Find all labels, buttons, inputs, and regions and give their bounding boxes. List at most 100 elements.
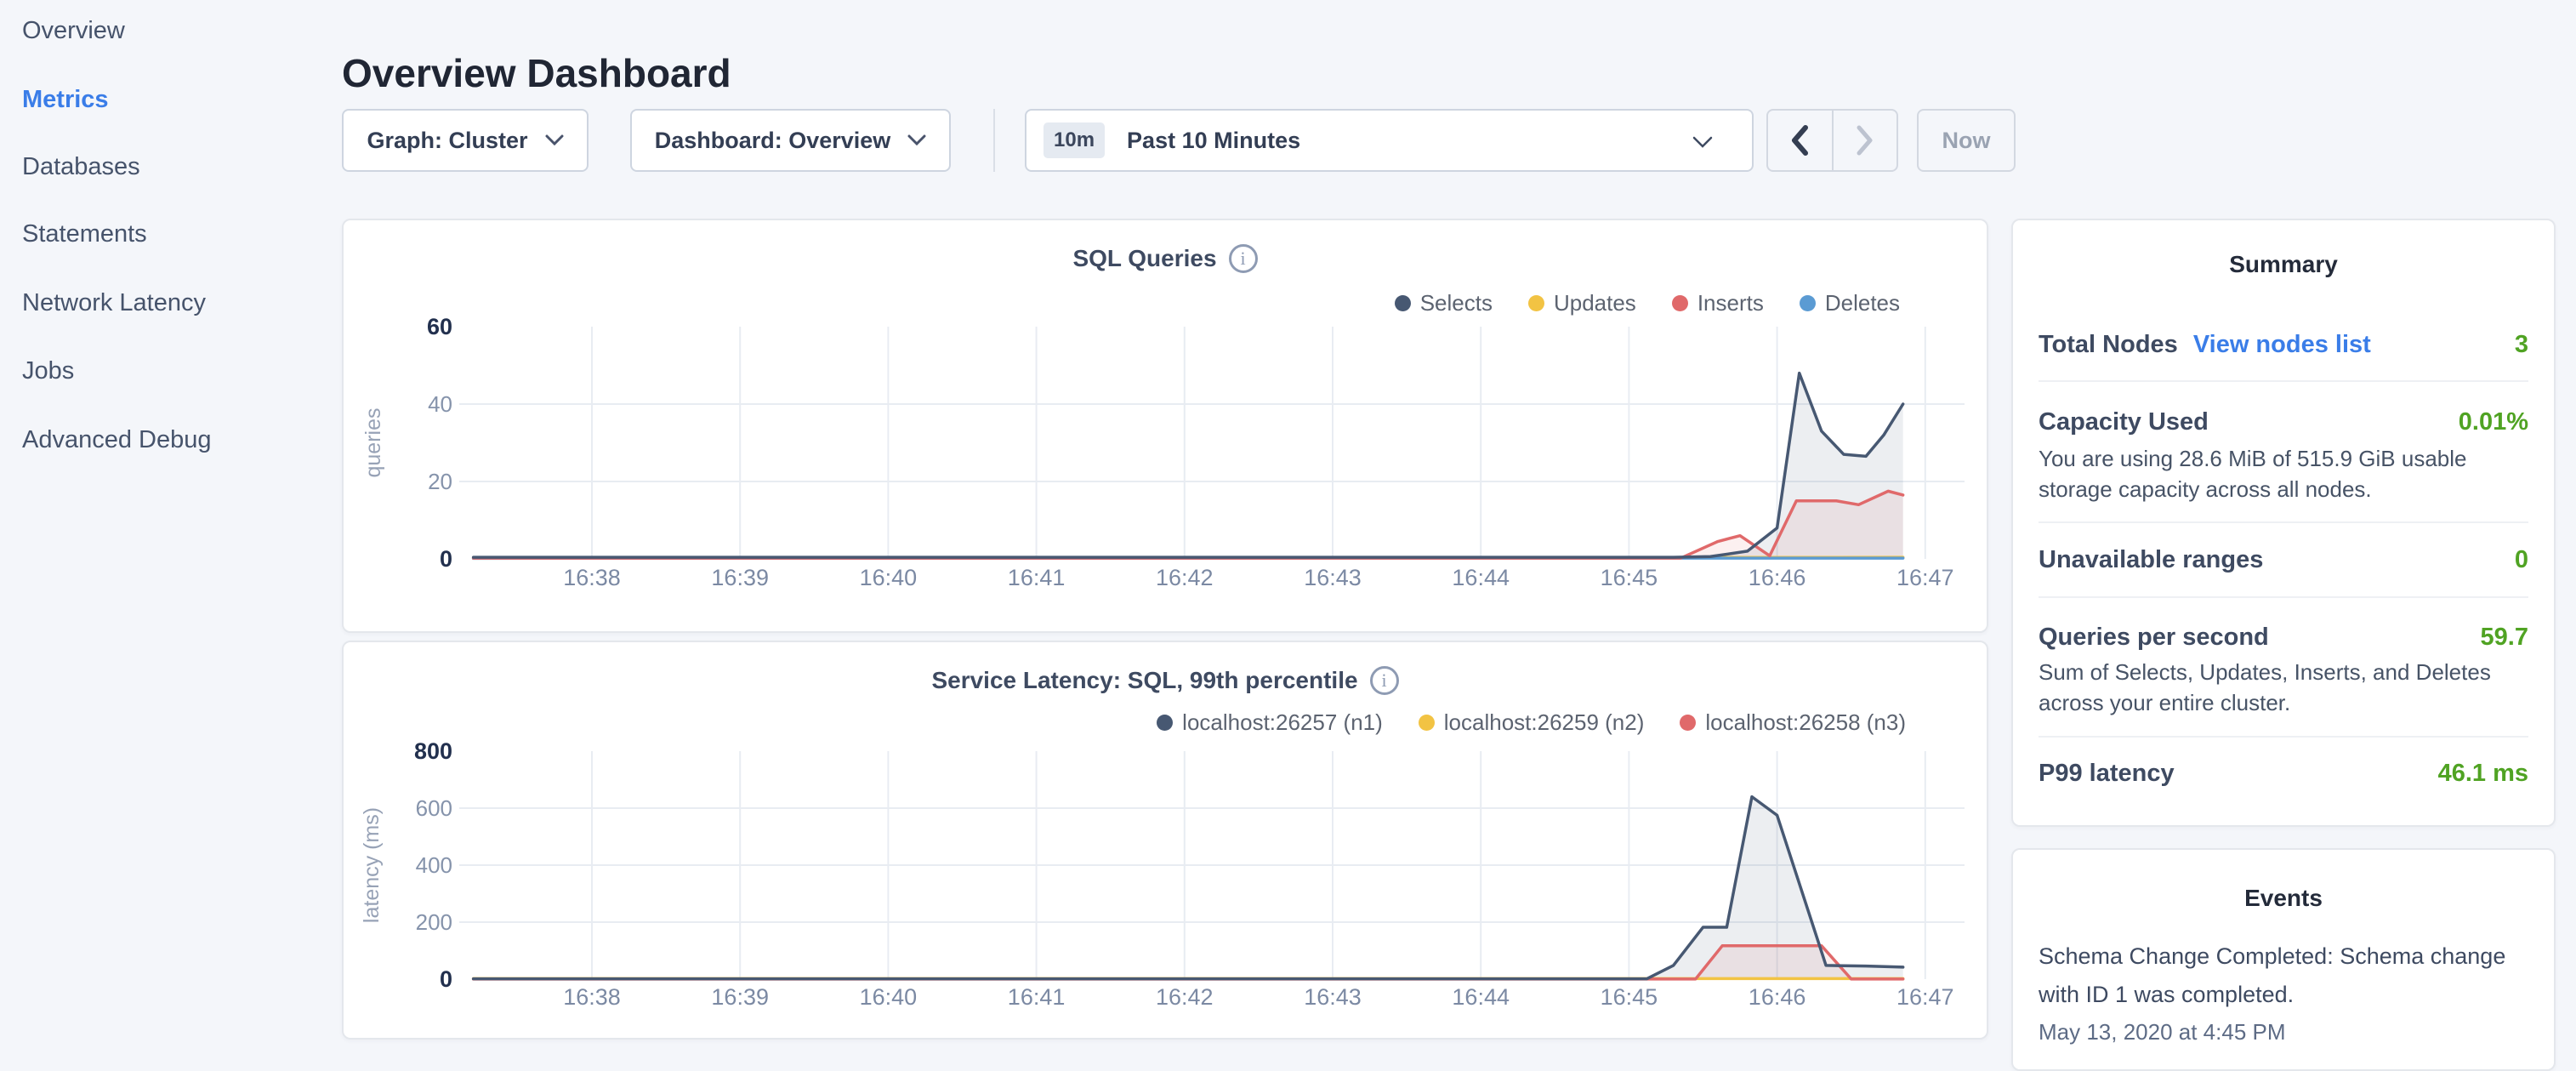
- sql-queries-chart-card: 16:3816:3916:4016:4116:4216:4316:4416:45…: [342, 219, 1988, 633]
- svg-text:16:45: 16:45: [1601, 565, 1658, 590]
- time-range-badge: 10m: [1043, 122, 1105, 158]
- view-nodes-list-link[interactable]: View nodes list: [2193, 331, 2371, 359]
- events-title: Events: [2013, 885, 2554, 912]
- graph-scope-dropdown[interactable]: Graph: Cluster: [342, 109, 589, 172]
- now-button[interactable]: Now: [1917, 109, 2016, 172]
- legend-dot: [1157, 715, 1173, 731]
- svg-text:queries: queries: [361, 408, 385, 478]
- summary-row-total-nodes: Total Nodes View nodes list 3: [2039, 331, 2528, 359]
- summary-value: 0: [2515, 546, 2528, 574]
- svg-text:16:46: 16:46: [1749, 984, 1806, 1010]
- page-title: Overview Dashboard: [342, 50, 731, 96]
- svg-text:latency (ms): latency (ms): [360, 807, 384, 923]
- legend-dot: [1672, 295, 1688, 311]
- chart-legend: Selects Updates Inserts Deletes: [1359, 290, 1900, 316]
- toolbar-divider: [993, 109, 995, 172]
- event-item[interactable]: Schema Change Completed: Schema change w…: [2039, 937, 2537, 1014]
- legend-label: localhost:26257 (n1): [1182, 709, 1383, 736]
- legend-item: localhost:26259 (n2): [1419, 709, 1645, 736]
- svg-text:0: 0: [440, 966, 452, 992]
- svg-text:800: 800: [414, 738, 452, 764]
- svg-text:16:47: 16:47: [1896, 984, 1954, 1010]
- legend-label: Selects: [1420, 290, 1493, 316]
- sidebar-item-metrics[interactable]: Metrics: [22, 86, 109, 114]
- legend-label: Deletes: [1825, 290, 1900, 316]
- svg-text:16:39: 16:39: [711, 984, 769, 1010]
- svg-text:20: 20: [428, 469, 452, 494]
- summary-label: Unavailable ranges: [2039, 546, 2263, 574]
- info-icon[interactable]: i: [1370, 666, 1399, 695]
- dashboard-dropdown[interactable]: Dashboard: Overview: [630, 109, 951, 172]
- dashboard-dropdown-label: Dashboard: Overview: [655, 128, 891, 154]
- svg-text:16:46: 16:46: [1749, 565, 1806, 590]
- legend-dot: [1528, 295, 1544, 311]
- service-latency-chart[interactable]: 16:3816:3916:4016:4116:4216:4316:4416:45…: [342, 641, 1988, 1040]
- summary-description: Sum of Selects, Updates, Inserts, and De…: [2039, 657, 2528, 718]
- time-forward-button[interactable]: [1834, 111, 1897, 170]
- legend-item: Deletes: [1800, 290, 1900, 316]
- svg-text:16:39: 16:39: [711, 565, 769, 590]
- legend-label: localhost:26259 (n2): [1444, 709, 1645, 736]
- svg-text:40: 40: [428, 391, 452, 417]
- chevron-down-icon: [907, 134, 926, 146]
- svg-text:400: 400: [416, 852, 452, 878]
- svg-text:600: 600: [416, 795, 452, 821]
- summary-label: Capacity Used: [2039, 408, 2209, 436]
- svg-text:16:42: 16:42: [1156, 984, 1214, 1010]
- sidebar-item-overview[interactable]: Overview: [22, 17, 125, 45]
- chart-title: Service Latency: SQL, 99th percentile: [931, 667, 1357, 694]
- sidebar-item-network-latency[interactable]: Network Latency: [22, 289, 206, 317]
- event-timestamp: May 13, 2020 at 4:45 PM: [2039, 1019, 2286, 1045]
- svg-text:16:43: 16:43: [1304, 984, 1362, 1010]
- svg-text:0: 0: [440, 546, 452, 572]
- summary-row-p99-latency: P99 latency 46.1 ms: [2039, 760, 2528, 788]
- sidebar-item-jobs[interactable]: Jobs: [22, 357, 74, 385]
- svg-text:16:42: 16:42: [1156, 565, 1214, 590]
- summary-label: Total Nodes: [2039, 331, 2178, 359]
- chart-title: SQL Queries: [1072, 245, 1216, 272]
- chevron-right-icon: [1855, 125, 1875, 156]
- time-range-selector[interactable]: 10m Past 10 Minutes: [1025, 109, 1754, 172]
- events-panel: Events Schema Change Completed: Schema c…: [2011, 848, 2556, 1071]
- legend-item: Inserts: [1672, 290, 1764, 316]
- summary-value: 59.7: [2481, 624, 2528, 652]
- summary-value: 0.01%: [2459, 408, 2528, 436]
- summary-row-capacity-used: Capacity Used 0.01%: [2039, 408, 2528, 436]
- sidebar-item-databases[interactable]: Databases: [22, 153, 140, 181]
- time-window-arrows: [1766, 109, 1898, 172]
- chart-legend: localhost:26257 (n1) localhost:26259 (n2)…: [1121, 709, 1906, 736]
- legend-dot: [1395, 295, 1411, 311]
- sql-queries-chart[interactable]: 16:3816:3916:4016:4116:4216:4316:4416:45…: [342, 219, 1988, 633]
- svg-text:16:44: 16:44: [1452, 984, 1510, 1010]
- legend-label: Inserts: [1697, 290, 1764, 316]
- summary-label: Queries per second: [2039, 624, 2269, 652]
- summary-label: P99 latency: [2039, 760, 2175, 788]
- svg-text:16:41: 16:41: [1008, 565, 1066, 590]
- legend-dot: [1800, 295, 1816, 311]
- svg-text:60: 60: [427, 314, 452, 339]
- svg-text:200: 200: [416, 909, 452, 935]
- legend-item: Selects: [1395, 290, 1493, 316]
- info-icon[interactable]: i: [1229, 244, 1258, 273]
- summary-row-unavailable-ranges: Unavailable ranges 0: [2039, 546, 2528, 574]
- legend-item: localhost:26258 (n3): [1680, 709, 1906, 736]
- divider: [2039, 521, 2528, 523]
- legend-dot: [1680, 715, 1696, 731]
- svg-text:16:40: 16:40: [860, 565, 918, 590]
- divider: [2039, 736, 2528, 738]
- divider: [2039, 596, 2528, 598]
- overview-dashboard-page: { "sidebar": { "items": [ {"label": "Ove…: [0, 0, 2576, 1051]
- time-back-button[interactable]: [1768, 111, 1834, 170]
- sidebar-item-advanced-debug[interactable]: Advanced Debug: [22, 426, 212, 454]
- summary-title: Summary: [2013, 251, 2554, 278]
- legend-label: Updates: [1554, 290, 1636, 316]
- summary-panel: Summary Total Nodes View nodes list 3 Ca…: [2011, 219, 2556, 827]
- sidebar-item-statements[interactable]: Statements: [22, 220, 147, 248]
- summary-value: 3: [2515, 331, 2528, 359]
- legend-dot: [1419, 715, 1435, 731]
- legend-item: Updates: [1528, 290, 1636, 316]
- svg-text:16:40: 16:40: [860, 984, 918, 1010]
- svg-text:16:41: 16:41: [1008, 984, 1066, 1010]
- chevron-down-icon: [1692, 136, 1713, 149]
- svg-text:16:43: 16:43: [1304, 565, 1362, 590]
